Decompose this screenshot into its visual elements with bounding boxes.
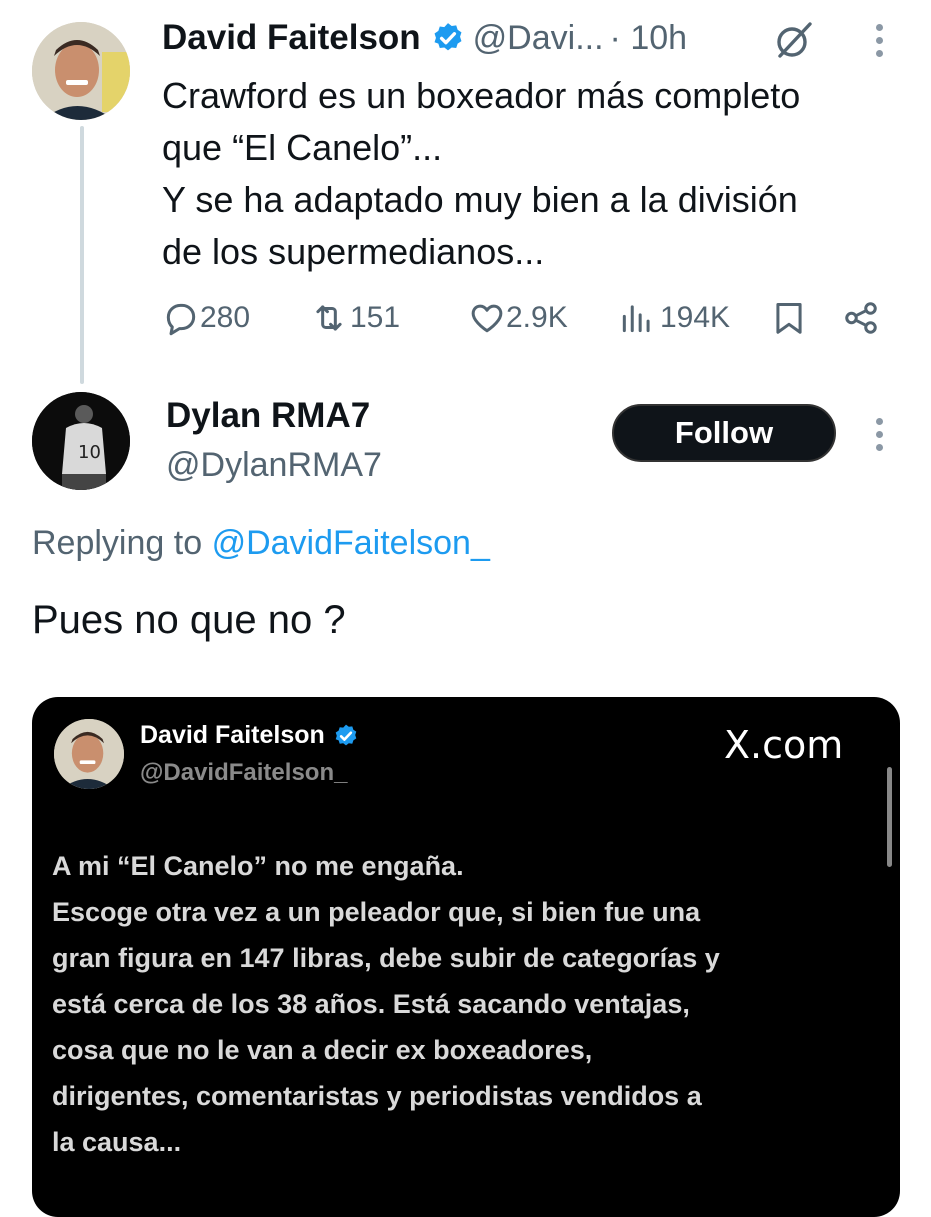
verified-badge-icon <box>335 724 357 745</box>
avatar-dylan-rma7[interactable]: 10 <box>32 392 130 490</box>
repost-icon <box>316 305 342 331</box>
bookmark-button[interactable] <box>770 296 808 340</box>
reply-text: Pues no que no ? <box>32 598 346 642</box>
views-button[interactable]: 194K <box>618 296 730 340</box>
reply-author-handle[interactable]: @DylanRMA7 <box>166 446 382 485</box>
reply-icon <box>166 303 196 336</box>
follow-button[interactable]: Follow <box>612 404 836 462</box>
embedded-site-label: X.com <box>724 723 844 767</box>
repost-button[interactable]: 151 <box>308 296 400 340</box>
reply-button[interactable]: 280 <box>162 296 250 340</box>
views-icon <box>622 305 650 333</box>
embedded-tweet-text: A mi “El Canelo” no me engaña. Escoge ot… <box>52 851 720 1157</box>
like-button[interactable]: 2.9K <box>468 296 568 340</box>
more-icon[interactable] <box>874 24 884 57</box>
avatar-photo: 10 <box>32 392 130 490</box>
thread-connector-line <box>80 126 84 384</box>
reply-count: 280 <box>200 301 251 334</box>
tweet-text: Crawford es un boxeador más completo que… <box>162 75 801 272</box>
reply-author-name[interactable]: Dylan RMA7 <box>166 396 370 436</box>
embedded-author-handle: @DavidFaitelson_ <box>140 759 348 786</box>
svg-text:10: 10 <box>78 442 101 463</box>
replying-to-prefix: Replying to <box>32 524 203 562</box>
share-button[interactable] <box>842 296 880 340</box>
replying-to-line: Replying to @DavidFaitelson_ <box>32 524 490 563</box>
avatar-photo <box>54 719 124 789</box>
avatar-photo <box>32 22 130 120</box>
views-count: 194K <box>660 301 731 334</box>
embedded-avatar <box>54 719 124 789</box>
author-handle[interactable]: @Davi... <box>473 19 604 58</box>
repost-count: 151 <box>350 301 401 334</box>
grok-icon[interactable] <box>772 18 816 62</box>
bookmark-icon <box>776 303 802 334</box>
share-icon <box>845 302 877 334</box>
avatar-david-faitelson[interactable] <box>32 22 130 120</box>
tweet-timestamp[interactable]: · 10h <box>610 19 688 58</box>
attached-image[interactable]: David Faitelson @DavidFaitelson_ X.com A… <box>32 697 900 1217</box>
embedded-author-name: David Faitelson <box>140 721 359 750</box>
verified-badge-icon <box>434 23 462 51</box>
author-name[interactable]: David Faitelson <box>162 18 421 58</box>
like-count: 2.9K <box>506 301 568 334</box>
replying-to-mention[interactable]: @DavidFaitelson_ <box>212 524 490 562</box>
like-icon <box>471 304 503 333</box>
tweet-header: David Faitelson @Davi... · 10h <box>162 14 687 62</box>
embedded-author-name-text: David Faitelson <box>140 721 325 749</box>
more-icon[interactable] <box>874 418 884 451</box>
